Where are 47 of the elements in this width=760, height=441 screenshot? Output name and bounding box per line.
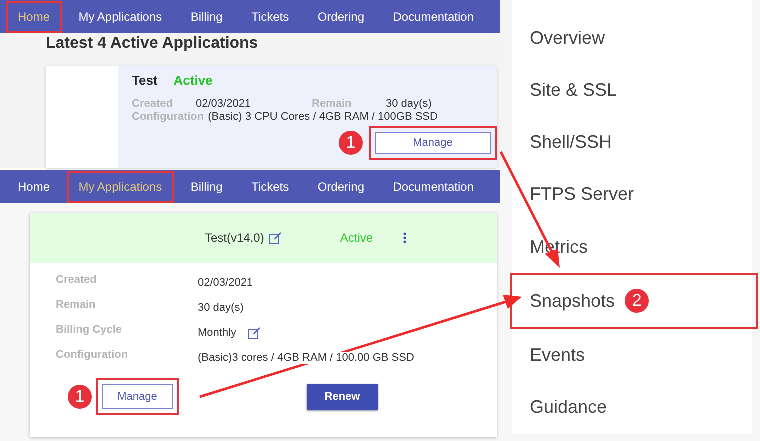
field-value: 30 day(s) [198,302,244,314]
menu-item[interactable]: FTPS Server [510,168,758,222]
menu-item[interactable]: Overview [510,12,758,64]
manage-button[interactable]: Manage [102,384,173,409]
status-text: Active [174,73,213,88]
nav-tab[interactable]: Documentation [381,170,486,202]
menu-item[interactable]: Site & SSL [510,64,758,117]
step-badge: 1 [339,131,363,155]
field-value: 02/03/2021 [196,98,252,110]
section-heading: Latest 4 Active Applications [46,35,260,53]
step-badge: 2 [625,289,650,314]
menu-item[interactable]: Shell/SSH [510,116,758,169]
nav-tab[interactable]: Documentation [381,0,486,32]
field-label: Remain [312,98,353,110]
field-label: Configuration [132,111,204,123]
field-value: 02/03/2021 [198,277,254,289]
menu-item[interactable]: Guidance [510,382,758,434]
more-icon[interactable] [403,232,408,244]
step-badge: 1 [68,384,92,408]
nav-tab[interactable]: Home [6,0,62,32]
field-label: Configuration [56,349,130,361]
app-name: Test [132,73,158,88]
nav-tab[interactable]: Billing [178,0,235,32]
field-value: (Basic) 3 CPU Cores / 4GB RAM / 100GB SSD [208,111,438,123]
nav-tab[interactable]: Home [6,170,62,202]
field-value: (Basic)3 cores / 4GB RAM / 100.00 GB SSD [198,352,414,364]
nav-tab[interactable]: My Applications [66,0,174,32]
manage-button[interactable]: Manage [375,132,491,154]
nav-tab[interactable]: Billing [178,170,235,202]
nav-tab[interactable]: My Applications [66,170,174,202]
field-label: Remain [56,299,97,311]
nav-tab[interactable]: Tickets [240,0,302,32]
field-label: Created [56,274,98,286]
nav-tab[interactable]: Ordering [306,170,377,202]
app-title: Test(v14.0) [205,231,264,245]
renew-button[interactable]: Renew [307,384,378,410]
nav-tab[interactable]: Ordering [306,0,377,32]
status-text: Active [340,231,374,245]
menu-item[interactable]: Events [510,329,758,382]
field-label: Billing Cycle [56,324,124,336]
edit-icon[interactable] [269,232,282,244]
field-value: 30 day(s) [386,98,432,110]
menu-item[interactable]: Snapshots 2 [510,273,758,330]
field-value: Monthly [198,327,237,339]
field-label: Created [132,98,174,110]
edit-icon[interactable] [248,327,261,339]
nav-tab[interactable]: Tickets [240,170,302,202]
